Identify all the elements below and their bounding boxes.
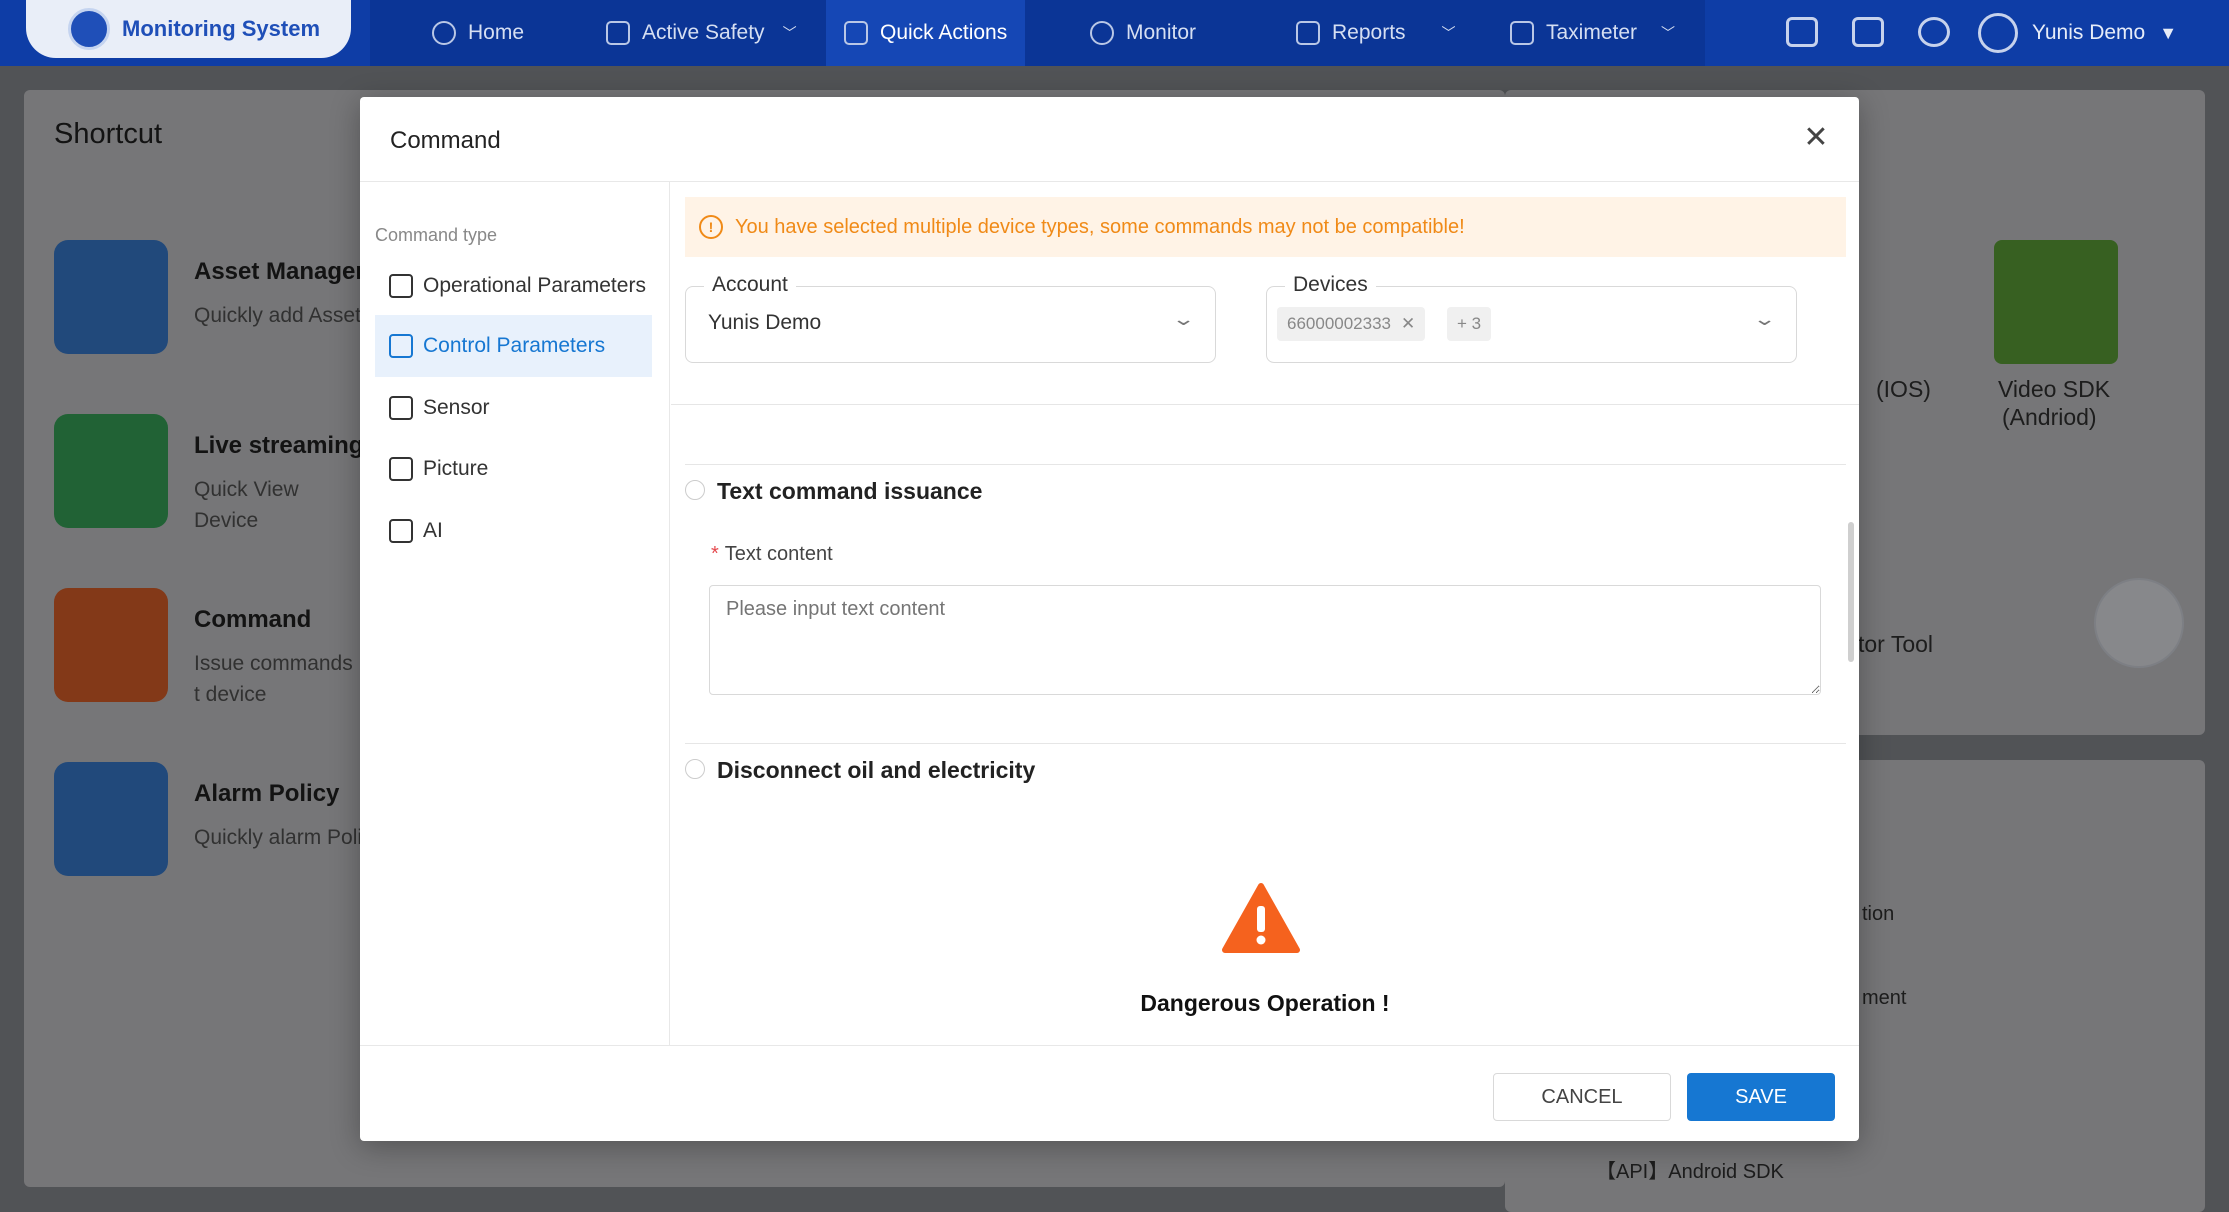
close-icon[interactable]: ✕ <box>1401 314 1415 334</box>
nav-active-safety-label: Active Safety <box>642 21 765 44</box>
chevron-down-icon: ﹀ <box>782 25 797 41</box>
user-name: Yunis Demo <box>2032 21 2146 44</box>
nav-home[interactable]: Home <box>432 0 524 66</box>
avatar <box>1978 13 2018 53</box>
disconnect-radio[interactable] <box>685 759 705 779</box>
nav-monitor[interactable]: Monitor <box>1090 0 1196 66</box>
sidebar-item-operational-parameters[interactable]: Operational Parameters <box>375 255 652 317</box>
sidebar-item-label: Sensor <box>423 396 490 419</box>
divider <box>685 464 1846 465</box>
nav-quick-actions-label: Quick Actions <box>880 21 1008 44</box>
camera-icon <box>389 457 413 481</box>
safety-icon <box>606 21 630 45</box>
modal-footer: CANCEL SAVE <box>360 1045 1859 1141</box>
command-modal: Command ✕ Command type Operational Param… <box>360 97 1859 1141</box>
account-label: Account <box>704 273 796 297</box>
danger-text: Dangerous Operation ! <box>1140 990 1390 1016</box>
logo-icon <box>68 8 110 50</box>
devices-label: Devices <box>1285 273 1376 297</box>
brand-logo[interactable]: Monitoring System <box>26 0 351 58</box>
caret-down-icon: ▼ <box>2159 22 2178 43</box>
alert-text: You have selected multiple device types,… <box>735 215 1465 238</box>
nav-reports[interactable]: Reports ﹀ <box>1296 0 1456 66</box>
chevron-down-icon: ﹀ <box>1441 25 1456 41</box>
required-mark: * <box>711 543 719 565</box>
sidebar-item-label: Control Parameters <box>423 334 606 357</box>
nav-active-safety[interactable]: Active Safety ﹀ <box>606 0 797 66</box>
divider <box>671 404 1859 405</box>
text-content-label: * Text content <box>711 543 833 566</box>
devices-select[interactable]: Devices 66000002333 ✕ + 3 ⌄ <box>1266 273 1797 363</box>
nav-taximeter[interactable]: Taximeter ﹀ <box>1510 0 1675 66</box>
sliders-icon <box>389 334 413 358</box>
nav-monitor-label: Monitor <box>1126 21 1197 44</box>
sidebar-item-label: AI <box>423 519 443 542</box>
download-icon[interactable] <box>1786 17 1818 47</box>
nav-taximeter-label: Taximeter <box>1546 21 1638 44</box>
divider <box>685 743 1846 744</box>
reports-icon <box>1296 21 1320 45</box>
top-navigation-bar: Monitoring System Home Active Safety ﹀ Q… <box>0 0 2229 66</box>
section-title: Disconnect oil and electricity <box>717 757 1036 783</box>
command-content: ! You have selected multiple device type… <box>671 182 1859 1045</box>
sidebar-item-sensor[interactable]: Sensor <box>375 377 652 439</box>
language-icon[interactable] <box>1918 17 1950 47</box>
compatibility-alert: ! You have selected multiple device type… <box>685 197 1846 257</box>
gears-icon <box>389 274 413 298</box>
nav-quick-actions[interactable]: Quick Actions <box>826 0 1026 66</box>
sidebar-item-label: Picture <box>423 457 489 480</box>
chevron-down-icon: ⌄ <box>1171 309 1196 329</box>
chevron-down-icon: ⌄ <box>1752 309 1777 329</box>
mail-icon[interactable] <box>1852 17 1884 47</box>
home-icon <box>432 21 456 45</box>
text-content-input[interactable] <box>709 585 1821 695</box>
save-button[interactable]: SAVE <box>1687 1073 1835 1121</box>
text-command-radio[interactable] <box>685 480 705 500</box>
device-tag: 66000002333 ✕ <box>1277 307 1426 341</box>
taximeter-icon <box>1510 21 1534 45</box>
user-menu[interactable]: Yunis Demo ▼ <box>1978 0 2177 66</box>
ai-icon <box>389 519 413 543</box>
sidebar-item-ai[interactable]: AI <box>375 500 652 562</box>
nav-reports-label: Reports <box>1332 21 1406 44</box>
info-icon: ! <box>699 215 723 239</box>
quick-actions-icon <box>844 21 868 45</box>
warning-icon <box>1222 883 1300 953</box>
text-content-label-text: Text content <box>724 543 833 565</box>
modal-title: Command <box>390 127 501 154</box>
close-icon[interactable]: ✕ <box>1795 117 1837 159</box>
sidebar-label: Command type <box>375 225 498 245</box>
device-tag-label: 66000002333 <box>1287 314 1392 333</box>
nav-menu <box>370 0 1705 66</box>
cancel-button[interactable]: CANCEL <box>1493 1073 1671 1121</box>
sidebar-item-label: Operational Parameters <box>423 274 646 297</box>
more-devices-tag: + 3 <box>1447 307 1492 341</box>
modal-header: Command ✕ <box>360 97 1859 182</box>
sensor-icon <box>389 396 413 420</box>
account-value: Yunis Demo <box>708 311 822 334</box>
nav-home-label: Home <box>468 21 525 44</box>
scrollbar[interactable] <box>1848 522 1854 662</box>
sidebar-item-picture[interactable]: Picture <box>375 438 652 500</box>
sidebar-item-control-parameters[interactable]: Control Parameters <box>375 315 652 377</box>
chevron-down-icon: ﹀ <box>1661 25 1676 41</box>
account-select[interactable]: Account Yunis Demo ⌄ <box>685 273 1216 363</box>
brand-name: Monitoring System <box>122 16 321 41</box>
section-title: Text command issuance <box>717 478 983 504</box>
monitor-icon <box>1090 21 1114 45</box>
